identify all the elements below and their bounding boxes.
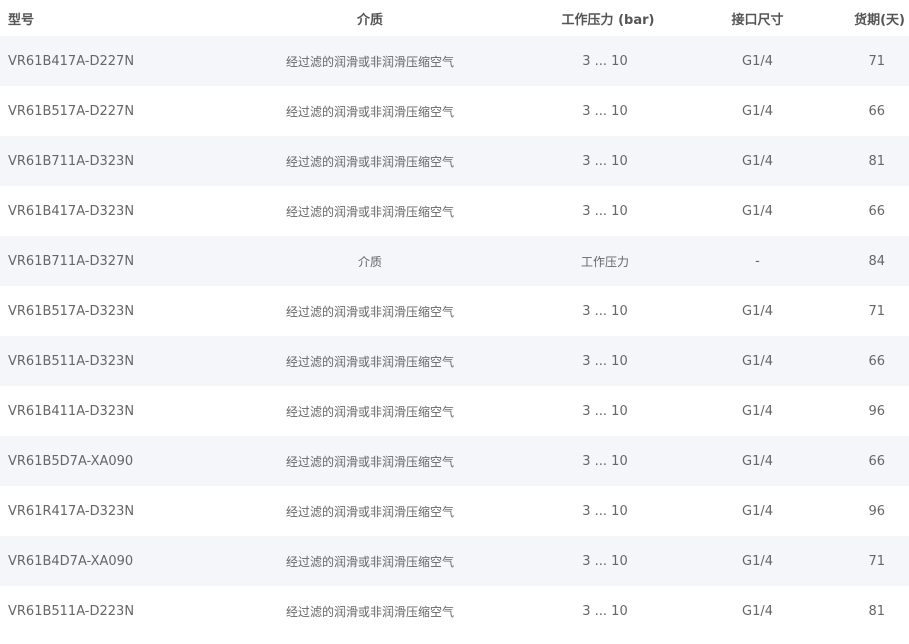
- cell-port-size: G1/4: [742, 503, 773, 519]
- cell-lead-time: 96: [868, 403, 885, 419]
- cell-port-size: G1/4: [742, 303, 773, 319]
- cell-pressure: 3 ... 10: [582, 403, 628, 419]
- cell-model[interactable]: VR61B711A-D323N: [0, 154, 210, 169]
- cell-model[interactable]: VR61B4D7A-XA090: [0, 554, 210, 569]
- table-row[interactable]: VR61B511A-D323N 经过滤的润滑或非润滑压缩空气 3 ... 10 …: [0, 336, 909, 386]
- cell-port-size: -: [755, 253, 760, 269]
- cell-model[interactable]: VR61B417A-D227N: [0, 54, 210, 69]
- header-lead-time[interactable]: 货期(天): [835, 9, 909, 28]
- cell-model[interactable]: VR61R417A-D323N: [0, 504, 210, 519]
- cell-lead-time: 96: [868, 503, 885, 519]
- cell-medium: 经过滤的润滑或非润滑压缩空气: [285, 604, 454, 619]
- cell-model[interactable]: VR61B5D7A-XA090: [0, 454, 210, 469]
- cell-medium: 经过滤的润滑或非润滑压缩空气: [285, 554, 454, 569]
- cell-pressure: 3 ... 10: [582, 153, 628, 169]
- cell-lead-time: 66: [868, 453, 885, 469]
- table-row[interactable]: VR61B517A-D323N 经过滤的润滑或非润滑压缩空气 3 ... 10 …: [0, 286, 909, 336]
- table-row[interactable]: VR61B511A-D223N 经过滤的润滑或非润滑压缩空气 3 ... 10 …: [0, 586, 909, 636]
- table-row[interactable]: VR61B417A-D227N 经过滤的润滑或非润滑压缩空气 3 ... 10 …: [0, 36, 909, 86]
- cell-port-size: G1/4: [742, 603, 773, 619]
- cell-medium: 经过滤的润滑或非润滑压缩空气: [285, 354, 454, 369]
- cell-medium: 经过滤的润滑或非润滑压缩空气: [285, 454, 454, 469]
- cell-lead-time: 71: [868, 553, 885, 569]
- cell-pressure: 3 ... 10: [582, 503, 628, 519]
- cell-pressure: 3 ... 10: [582, 303, 628, 319]
- table-row[interactable]: VR61B411A-D323N 经过滤的润滑或非润滑压缩空气 3 ... 10 …: [0, 386, 909, 436]
- cell-model[interactable]: VR61B511A-D223N: [0, 604, 210, 619]
- header-model[interactable]: 型号: [0, 9, 210, 28]
- cell-pressure: 3 ... 10: [582, 53, 628, 69]
- cell-pressure: 工作压力: [580, 254, 629, 269]
- cell-lead-time: 81: [868, 153, 885, 169]
- cell-lead-time: 71: [868, 303, 885, 319]
- cell-medium: 经过滤的润滑或非润滑压缩空气: [285, 404, 454, 419]
- table-header: 型号 介质 工作压力 (bar) 接口尺寸 货期(天): [0, 0, 909, 36]
- cell-port-size: G1/4: [742, 153, 773, 169]
- cell-model[interactable]: VR61B517A-D323N: [0, 304, 210, 319]
- cell-medium: 介质: [357, 254, 382, 269]
- cell-lead-time: 81: [868, 603, 885, 619]
- table-row[interactable]: VR61B711A-D327N 介质 工作压力 - 84: [0, 236, 909, 286]
- table-row[interactable]: VR61B5D7A-XA090 经过滤的润滑或非润滑压缩空气 3 ... 10 …: [0, 436, 909, 486]
- cell-lead-time: 66: [868, 353, 885, 369]
- cell-medium: 经过滤的润滑或非润滑压缩空气: [285, 104, 454, 119]
- cell-medium: 经过滤的润滑或非润滑压缩空气: [285, 504, 454, 519]
- cell-port-size: G1/4: [742, 553, 773, 569]
- cell-lead-time: 71: [868, 53, 885, 69]
- table-row[interactable]: VR61R417A-D323N 经过滤的润滑或非润滑压缩空气 3 ... 10 …: [0, 486, 909, 536]
- cell-lead-time: 84: [868, 253, 885, 269]
- product-table: 型号 介质 工作压力 (bar) 接口尺寸 货期(天) VR61B417A-D2…: [0, 0, 909, 636]
- cell-model[interactable]: VR61B711A-D327N: [0, 254, 210, 269]
- cell-port-size: G1/4: [742, 103, 773, 119]
- header-medium[interactable]: 介质: [210, 9, 530, 28]
- cell-model[interactable]: VR61B417A-D323N: [0, 204, 210, 219]
- cell-medium: 经过滤的润滑或非润滑压缩空气: [285, 54, 454, 69]
- cell-pressure: 3 ... 10: [582, 453, 628, 469]
- cell-model[interactable]: VR61B511A-D323N: [0, 354, 210, 369]
- cell-port-size: G1/4: [742, 453, 773, 469]
- table-row[interactable]: VR61B4D7A-XA090 经过滤的润滑或非润滑压缩空气 3 ... 10 …: [0, 536, 909, 586]
- header-pressure[interactable]: 工作压力 (bar): [530, 9, 680, 28]
- cell-port-size: G1/4: [742, 353, 773, 369]
- cell-medium: 经过滤的润滑或非润滑压缩空气: [285, 204, 454, 219]
- cell-pressure: 3 ... 10: [582, 603, 628, 619]
- table-row[interactable]: VR61B711A-D323N 经过滤的润滑或非润滑压缩空气 3 ... 10 …: [0, 136, 909, 186]
- cell-port-size: G1/4: [742, 403, 773, 419]
- cell-model[interactable]: VR61B411A-D323N: [0, 404, 210, 419]
- table-row[interactable]: VR61B417A-D323N 经过滤的润滑或非润滑压缩空气 3 ... 10 …: [0, 186, 909, 236]
- table-row[interactable]: VR61B517A-D227N 经过滤的润滑或非润滑压缩空气 3 ... 10 …: [0, 86, 909, 136]
- cell-model[interactable]: VR61B517A-D227N: [0, 104, 210, 119]
- cell-pressure: 3 ... 10: [582, 553, 628, 569]
- cell-pressure: 3 ... 10: [582, 103, 628, 119]
- cell-port-size: G1/4: [742, 203, 773, 219]
- cell-pressure: 3 ... 10: [582, 353, 628, 369]
- cell-pressure: 3 ... 10: [582, 203, 628, 219]
- cell-medium: 经过滤的润滑或非润滑压缩空气: [285, 154, 454, 169]
- cell-lead-time: 66: [868, 203, 885, 219]
- cell-lead-time: 66: [868, 103, 885, 119]
- cell-port-size: G1/4: [742, 53, 773, 69]
- cell-medium: 经过滤的润滑或非润滑压缩空气: [285, 304, 454, 319]
- header-port-size[interactable]: 接口尺寸: [680, 9, 835, 28]
